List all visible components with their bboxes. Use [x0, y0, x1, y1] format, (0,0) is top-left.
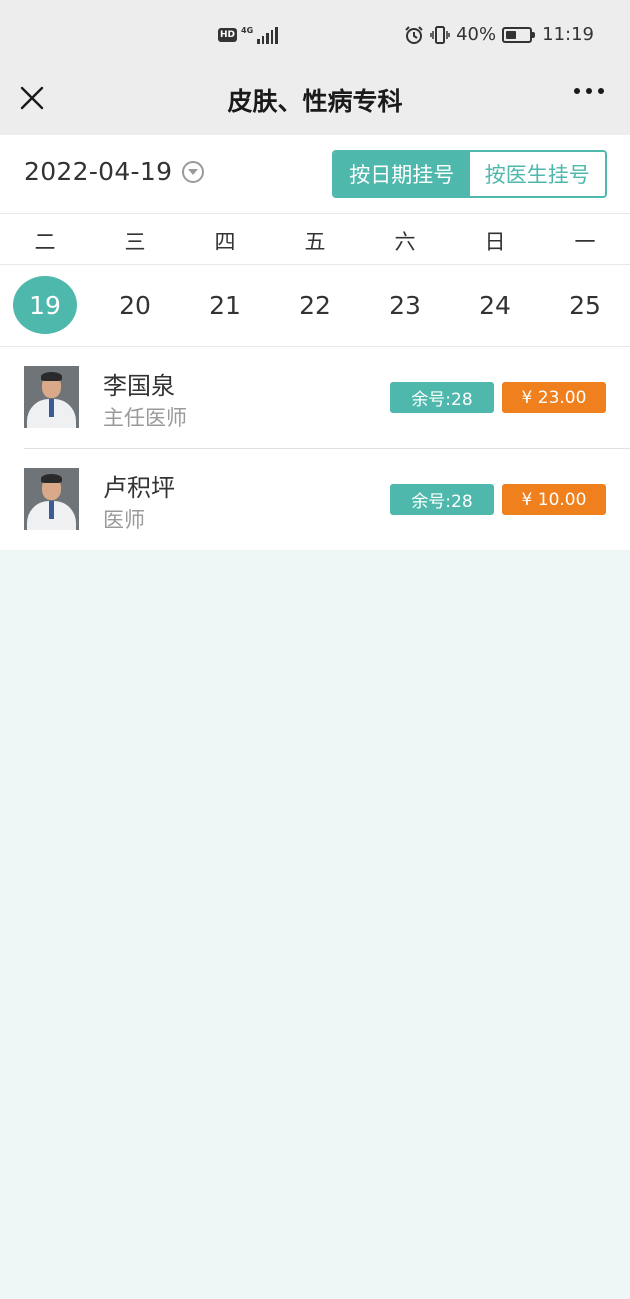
doctor-title: 医师	[103, 508, 145, 532]
day-cell[interactable]: 23	[360, 273, 450, 337]
battery-icon	[502, 26, 536, 43]
by-doctor-button[interactable]: 按医生挂号	[469, 152, 605, 196]
nav-bar: 皮肤、性病专科	[0, 72, 630, 135]
doctor-avatar	[24, 468, 79, 530]
weekday-label: 五	[304, 230, 326, 254]
alarm-icon	[405, 25, 423, 44]
hd-badge: HD	[218, 28, 238, 42]
status-right: 40% 11:19	[404, 24, 594, 45]
battery-percent: 40%	[456, 24, 497, 45]
date-value: 2022-04-19	[24, 157, 173, 186]
remaining-slots-badge: 余号:28	[390, 484, 494, 515]
weekday-label: 四	[214, 230, 236, 254]
remaining-slots-badge: 余号:28	[390, 382, 494, 413]
day-cell[interactable]: 25	[540, 273, 630, 337]
main-content: 2022-04-19 按日期挂号 按医生挂号 二 三 四 五 六 日 一 19 …	[0, 135, 630, 550]
doctor-name: 卢积坪	[103, 474, 175, 502]
more-icon[interactable]	[574, 88, 604, 94]
date-picker[interactable]: 2022-04-19	[24, 157, 205, 186]
date-filter-row: 2022-04-19 按日期挂号 按医生挂号	[0, 135, 630, 214]
signal-icon	[257, 26, 278, 44]
day-row: 19 20 21 22 23 24 25	[0, 265, 630, 347]
day-cell[interactable]: 21	[180, 273, 270, 337]
weekday-label: 二	[34, 230, 56, 254]
weekday-label: 六	[394, 230, 416, 254]
status-left: HD 4G	[218, 26, 278, 44]
network-type: 4G	[241, 26, 254, 35]
weekday-row: 二 三 四 五 六 日 一	[0, 214, 630, 265]
weekday-label: 日	[484, 230, 506, 254]
clock: 11:19	[542, 24, 594, 45]
weekday-label: 一	[574, 230, 596, 254]
vibrate-icon	[430, 25, 450, 44]
by-date-button[interactable]: 按日期挂号	[334, 152, 470, 196]
price-badge[interactable]: ¥ 10.00	[502, 484, 606, 515]
doctor-name: 李国泉	[103, 372, 175, 400]
doctor-avatar	[24, 366, 79, 428]
doctor-item[interactable]: 李国泉 主任医师 余号:28 ¥ 23.00	[0, 347, 630, 448]
day-number: 19	[13, 276, 77, 334]
day-cell[interactable]: 22	[270, 273, 360, 337]
day-cell-selected[interactable]: 19	[0, 273, 90, 337]
weekday-label: 三	[124, 230, 146, 254]
doctor-title: 主任医师	[103, 406, 187, 430]
registration-mode-switch: 按日期挂号 按医生挂号	[332, 150, 607, 198]
doctor-list: 李国泉 主任医师 余号:28 ¥ 23.00 卢积坪 医师 余号:28 ¥ 10…	[0, 347, 630, 549]
doctor-item[interactable]: 卢积坪 医师 余号:28 ¥ 10.00	[24, 448, 630, 549]
page-title: 皮肤、性病专科	[227, 87, 403, 116]
day-cell[interactable]: 24	[450, 273, 540, 337]
day-cell[interactable]: 20	[90, 273, 180, 337]
price-badge[interactable]: ¥ 23.00	[502, 382, 606, 413]
chevron-down-icon	[182, 160, 205, 183]
status-bar: HD 4G 40% 11:19	[0, 0, 630, 72]
